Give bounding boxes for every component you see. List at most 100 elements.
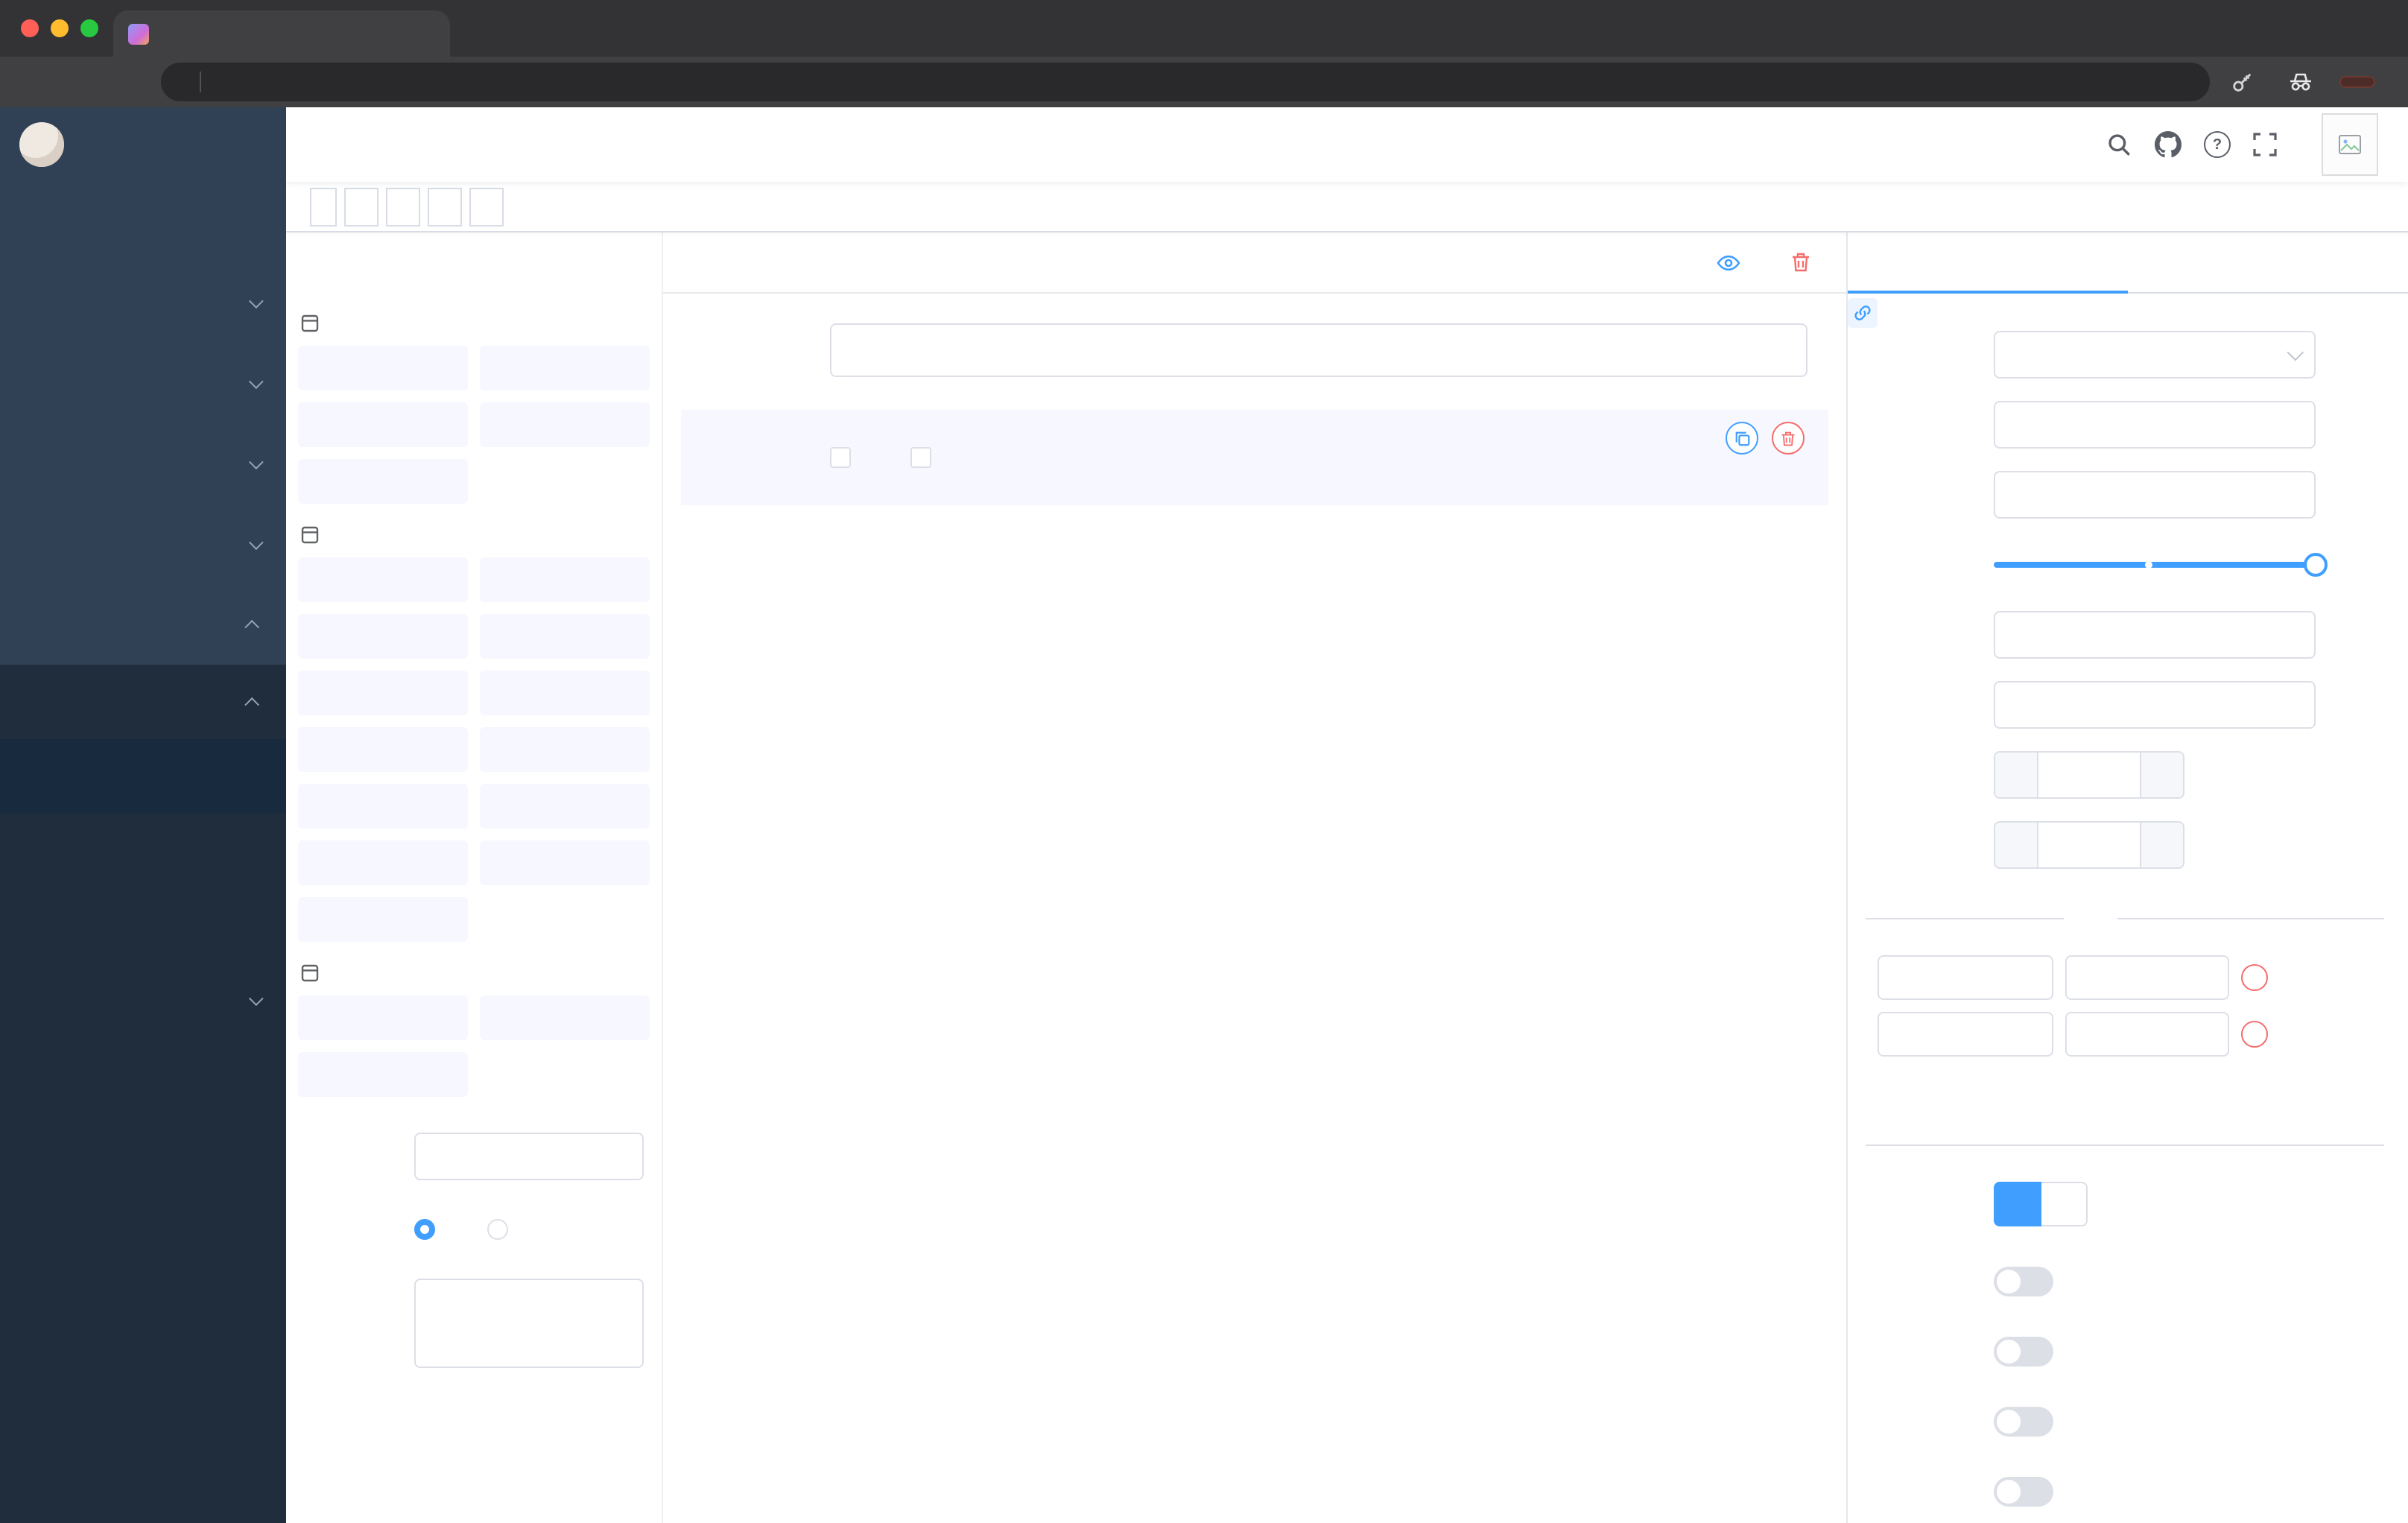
slider-handle[interactable] [2304, 553, 2328, 577]
help-icon[interactable]: ? [2204, 131, 2231, 158]
user-avatar[interactable] [2322, 113, 2384, 176]
component-row-container[interactable] [298, 995, 468, 1040]
component-table[interactable] [298, 1052, 468, 1097]
status-radio-off[interactable] [487, 1206, 519, 1253]
search-icon[interactable] [2107, 132, 2132, 157]
style-button-button[interactable] [2041, 1182, 2088, 1226]
component-rate[interactable] [298, 840, 468, 885]
remove-option-button[interactable] [2241, 964, 2268, 991]
browser-tab[interactable] [113, 10, 450, 57]
minimize-window-button[interactable] [51, 19, 69, 37]
label-width-input[interactable] [1994, 611, 2316, 659]
sidebar-item-process-form[interactable] [0, 739, 286, 814]
password-key-icon[interactable] [2231, 71, 2253, 93]
tags-view [286, 182, 2408, 232]
view-json-button[interactable] [1717, 253, 1749, 272]
checkbox-box[interactable] [910, 447, 931, 468]
sidebar-item-devtools[interactable] [0, 504, 286, 584]
required-switch[interactable] [1994, 1477, 2053, 1507]
component-color-picker[interactable] [480, 840, 650, 885]
border-switch[interactable] [1994, 1337, 2053, 1367]
style-default-button[interactable] [1994, 1182, 2041, 1226]
gender-option-1[interactable] [830, 447, 863, 468]
tag-process-form[interactable] [428, 187, 462, 226]
status-radio-on[interactable] [414, 1206, 446, 1253]
disabled-switch[interactable] [1994, 1407, 2053, 1437]
close-window-button[interactable] [21, 19, 39, 37]
form-name-input[interactable] [414, 1133, 644, 1180]
sidebar-item-home[interactable] [0, 182, 286, 262]
tag-process-model[interactable] [386, 187, 420, 226]
prop-grid [1866, 541, 2328, 589]
slider-mark [2144, 561, 2152, 569]
option-1-label-input[interactable] [1878, 955, 2053, 1000]
component-time-picker[interactable] [298, 727, 468, 772]
slider-track[interactable] [1994, 553, 2328, 577]
increase-button[interactable] [2140, 753, 2183, 797]
component-password[interactable] [298, 402, 468, 447]
component-counter[interactable] [480, 402, 650, 447]
component-date-picker[interactable] [298, 784, 468, 829]
max-select-input[interactable] [2038, 823, 2140, 867]
sidebar-item-workflow[interactable] [0, 584, 286, 665]
sidebar-item-leave-query[interactable] [0, 1037, 286, 1112]
checkbox-box[interactable] [830, 447, 851, 468]
sidebar-item-user-group[interactable] [0, 814, 286, 888]
copy-field-button[interactable] [1726, 422, 1758, 455]
sidebar-item-infra[interactable] [0, 423, 286, 504]
fullscreen-icon[interactable] [2253, 133, 2277, 156]
update-button[interactable] [2339, 76, 2375, 88]
decrease-button[interactable] [1995, 823, 2038, 867]
link-icon[interactable] [1848, 298, 1878, 328]
component-switch[interactable] [298, 671, 468, 715]
option-1-value-input[interactable] [2065, 955, 2229, 1000]
default-value-input[interactable] [1994, 681, 2316, 729]
tag-process-form-edit[interactable] [469, 187, 504, 226]
remove-option-button[interactable] [2241, 1021, 2268, 1048]
tag-process-definition[interactable] [344, 187, 378, 226]
remark-textarea[interactable] [414, 1279, 644, 1368]
delete-field-button[interactable] [1772, 422, 1805, 455]
sidebar-item-task-mgmt[interactable] [0, 963, 286, 1037]
tag-home[interactable] [310, 187, 337, 226]
field-name-input[interactable] [1994, 401, 2316, 449]
component-checkbox-group[interactable] [480, 614, 650, 659]
gender-option-2[interactable] [910, 447, 943, 468]
title-input[interactable] [1994, 471, 2316, 519]
zoom-window-button[interactable] [80, 19, 98, 37]
component-date-range[interactable] [480, 784, 650, 829]
tab-component-props[interactable] [1848, 232, 2128, 294]
github-icon[interactable] [2155, 131, 2182, 158]
sidebar-item-payment[interactable] [0, 343, 286, 423]
component-button[interactable] [480, 995, 650, 1040]
component-cascader[interactable] [480, 557, 650, 602]
component-single-line-text[interactable] [298, 346, 468, 390]
form-status-row [304, 1206, 644, 1253]
component-editor[interactable] [298, 459, 468, 504]
canvas-field-phone[interactable] [681, 323, 1828, 377]
sidebar-item-process-mgmt[interactable] [0, 665, 286, 739]
sidebar-item-process-model[interactable] [0, 888, 286, 963]
form-designer [286, 232, 2408, 1523]
component-type-select[interactable] [1994, 331, 2316, 379]
grid-slider[interactable] [1994, 541, 2328, 589]
min-select-input[interactable] [2038, 753, 2140, 797]
option-2-value-input[interactable] [2065, 1012, 2229, 1057]
component-multi-line-text[interactable] [480, 346, 650, 390]
show-label-switch[interactable] [1994, 1267, 2053, 1296]
components-list [286, 292, 662, 1523]
canvas-field-gender-selected[interactable] [681, 410, 1828, 505]
component-time-range[interactable] [480, 727, 650, 772]
url-bar[interactable] [161, 63, 2210, 101]
clear-button[interactable] [1791, 252, 1819, 273]
increase-button[interactable] [2140, 823, 2183, 867]
phone-input[interactable] [830, 323, 1807, 377]
component-radio-group[interactable] [298, 614, 468, 659]
tab-form-props[interactable] [2128, 232, 2408, 292]
decrease-button[interactable] [1995, 753, 2038, 797]
option-2-label-input[interactable] [1878, 1012, 2053, 1057]
component-dropdown[interactable] [298, 557, 468, 602]
component-slider[interactable] [480, 671, 650, 715]
component-upload[interactable] [298, 897, 468, 942]
sidebar-item-system[interactable] [0, 262, 286, 343]
